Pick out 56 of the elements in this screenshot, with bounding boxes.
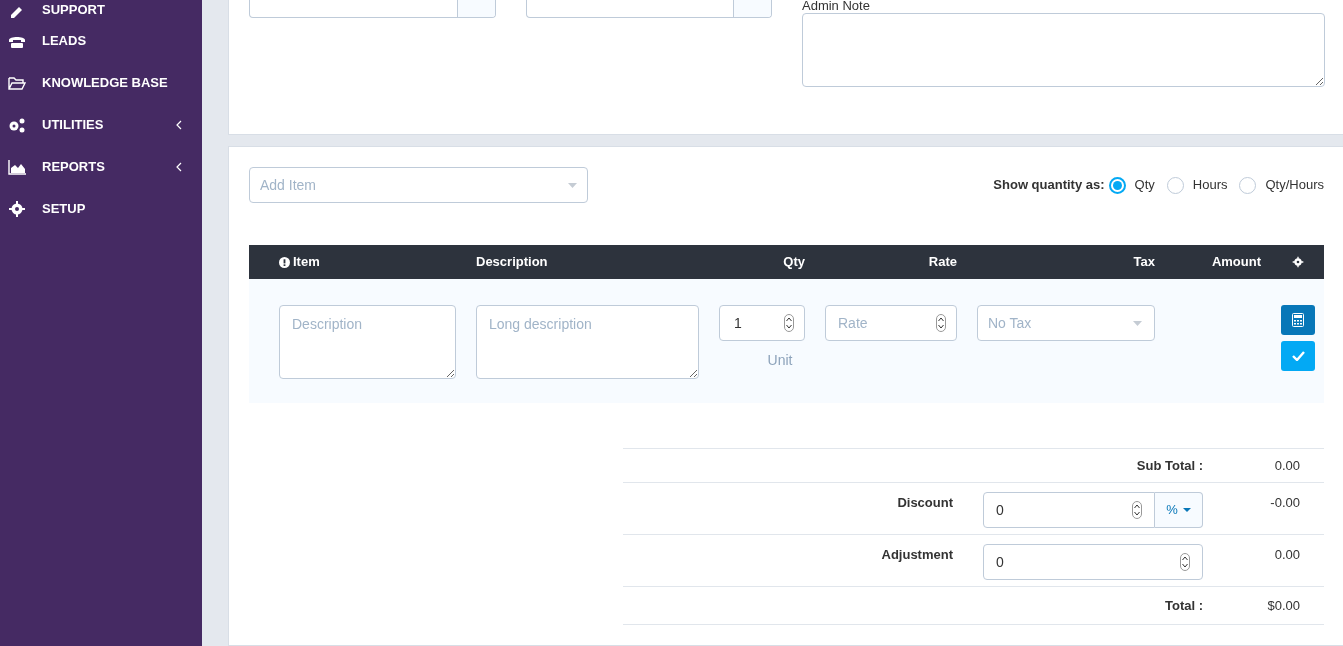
- total-value: 0.00: [1273, 546, 1300, 564]
- sidebar-item[interactable]: SUPPORT: [0, 0, 202, 20]
- text-field[interactable]: [526, 0, 772, 18]
- adjustment-field[interactable]: 0: [983, 544, 1203, 580]
- admin-note-field[interactable]: [802, 13, 1325, 87]
- spinner-icon[interactable]: [1180, 553, 1190, 571]
- discount-field[interactable]: 0: [983, 492, 1155, 528]
- calculator-button[interactable]: [1281, 305, 1315, 335]
- gears-icon: [8, 117, 26, 133]
- calculator-icon: [1292, 313, 1304, 327]
- radio-button[interactable]: [1239, 176, 1257, 194]
- caret-icon: [1182, 508, 1191, 512]
- radio-label: Hours: [1192, 176, 1228, 195]
- field-label: Admin Note: [802, 0, 871, 13]
- radio-label: Qty: [1134, 176, 1155, 195]
- radio-option[interactable]: Hours: [1166, 175, 1228, 195]
- radio-button[interactable]: [1166, 176, 1184, 194]
- add-button[interactable]: [1281, 341, 1315, 371]
- radio-option[interactable]: Qty: [1108, 175, 1155, 195]
- column-header: Description: [476, 253, 549, 272]
- sidebar-item[interactable]: LEADS: [0, 20, 202, 62]
- total-value: -0.00: [1269, 494, 1300, 512]
- column-header: Item: [279, 252, 456, 272]
- radio-option[interactable]: Qty/Hours: [1239, 175, 1324, 195]
- total-value: 0.00: [1273, 456, 1300, 475]
- quantity-field[interactable]: 1: [719, 305, 805, 341]
- description-field[interactable]: Description: [279, 305, 456, 379]
- field-label: Show quantity as:: [993, 176, 1105, 195]
- total-label: Sub Total :: [1135, 456, 1203, 475]
- sidebar-item[interactable]: SETUP: [0, 188, 202, 230]
- caret-icon: [568, 182, 577, 188]
- radio-label: Qty/Hours: [1265, 176, 1324, 195]
- folder-icon: [8, 75, 26, 91]
- sidebar-item[interactable]: UTILITIES: [0, 104, 202, 146]
- column-header: Rate: [927, 253, 957, 272]
- total-value: $0.00: [1266, 596, 1300, 615]
- text-field[interactable]: [249, 0, 496, 18]
- spinner-icon[interactable]: [1132, 501, 1142, 519]
- spinner-icon[interactable]: [784, 314, 794, 332]
- column-header: Tax: [1132, 253, 1155, 272]
- sidebar-item[interactable]: KNOWLEDGE BASE: [0, 62, 202, 104]
- total-label: Total :: [1163, 596, 1203, 615]
- long-description-field[interactable]: Long description: [476, 305, 699, 379]
- column-header: Amount: [1210, 253, 1261, 272]
- radio-button[interactable]: [1108, 176, 1126, 194]
- caret-icon: [1133, 320, 1142, 326]
- column-header: Qty: [782, 253, 805, 272]
- total-label: Adjustment: [880, 546, 953, 564]
- discount-type-dropdown[interactable]: %: [1155, 492, 1203, 528]
- check-icon: [1291, 351, 1305, 361]
- unit-label: Unit: [766, 351, 794, 370]
- sidebar-item[interactable]: REPORTS: [0, 146, 202, 188]
- info-icon: [279, 256, 290, 268]
- total-label: Discount: [896, 494, 953, 512]
- spinner-icon[interactable]: [936, 314, 946, 332]
- area-chart-icon: [8, 159, 26, 175]
